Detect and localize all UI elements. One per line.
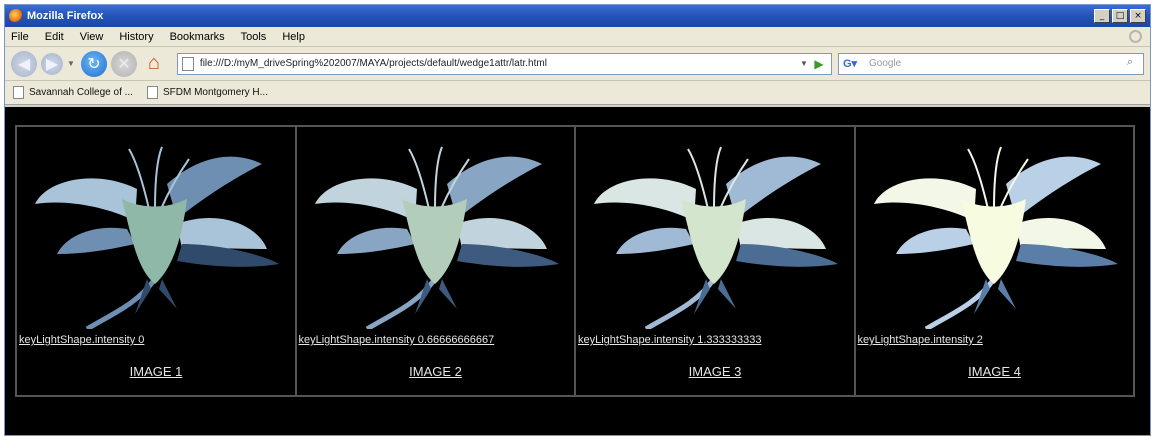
bookmark-label: Savannah College of ... xyxy=(29,87,133,98)
forward-arrow-icon: ▶ xyxy=(45,55,59,73)
menu-help[interactable]: Help xyxy=(282,31,305,43)
flower-stamen xyxy=(154,146,163,210)
close-button[interactable]: × xyxy=(1130,9,1146,23)
menu-edit[interactable]: Edit xyxy=(45,31,64,43)
page-icon xyxy=(181,56,194,71)
bookmarks-toolbar: Savannah College of ... SFDM Montgomery … xyxy=(5,81,1150,105)
flower-sepal xyxy=(159,279,177,309)
url-dropdown-icon[interactable]: ▼ xyxy=(797,59,811,68)
image-cell: keyLightShape.intensity 0.66666666667 IM… xyxy=(295,126,575,396)
flower-petal xyxy=(336,227,415,254)
flower-petal xyxy=(616,227,694,254)
history-dropdown-icon[interactable]: ▼ xyxy=(67,59,75,68)
search-button[interactable]: ⌕ xyxy=(1121,56,1139,72)
image-cell: keyLightShape.intensity 1.333333333 IMAG… xyxy=(575,126,855,396)
window-title: Mozilla Firefox xyxy=(27,10,104,22)
image-link[interactable]: IMAGE 1 xyxy=(17,364,295,379)
search-input[interactable]: Google xyxy=(865,58,1121,69)
firefox-icon xyxy=(9,9,23,23)
url-bar[interactable]: file:///D:/myM_driveSpring%202007/MAYA/p… xyxy=(176,52,832,75)
browser-window: Mozilla Firefox _ □ × File Edit View His… xyxy=(4,4,1151,436)
throbber-icon xyxy=(1129,30,1142,43)
navigation-toolbar: ◀ ▶ ▼ ↻ ✕ ⌂ file:///D:/myM_driveSpring%2… xyxy=(5,47,1150,81)
lily-flower-graphic xyxy=(314,146,559,332)
image-link[interactable]: IMAGE 2 xyxy=(297,364,575,379)
image-link[interactable]: IMAGE 4 xyxy=(856,364,1134,379)
image-link[interactable]: IMAGE 3 xyxy=(576,364,854,379)
menu-history[interactable]: History xyxy=(119,31,153,43)
image-caption[interactable]: keyLightShape.intensity 2 xyxy=(858,334,983,346)
bookmark-page-icon xyxy=(13,86,24,99)
image-caption[interactable]: keyLightShape.intensity 0.66666666667 xyxy=(299,334,495,346)
flower-sepal xyxy=(718,279,736,309)
home-button[interactable]: ⌂ xyxy=(141,51,167,77)
search-box[interactable]: G▾ Google ⌕ xyxy=(838,52,1144,75)
bookmark-label: SFDM Montgomery H... xyxy=(162,87,268,98)
flower-petal xyxy=(35,178,137,221)
maximize-button[interactable]: □ xyxy=(1112,9,1128,23)
lily-flower-graphic xyxy=(35,146,279,332)
lily-flower-graphic xyxy=(873,146,1118,332)
flower-sepal xyxy=(997,279,1016,309)
flower-petal xyxy=(873,178,976,221)
menu-bar: File Edit View History Bookmarks Tools H… xyxy=(5,27,1150,47)
flower-image-4[interactable] xyxy=(856,129,1134,332)
menu-bookmarks[interactable]: Bookmarks xyxy=(170,31,225,43)
reload-button[interactable]: ↻ xyxy=(80,50,107,77)
image-cell: keyLightShape.intensity 2 IMAGE 4 xyxy=(854,126,1134,396)
flower-image-1[interactable] xyxy=(17,129,295,332)
flower-stamen xyxy=(992,146,1002,210)
image-caption[interactable]: keyLightShape.intensity 1.333333333 xyxy=(578,334,761,346)
page-content: keyLightShape.intensity 0 IMAGE 1 keyLig… xyxy=(5,107,1150,435)
stop-button[interactable]: ✕ xyxy=(110,50,137,77)
reload-icon: ↻ xyxy=(87,55,101,73)
flower-petal xyxy=(57,227,135,254)
back-arrow-icon: ◀ xyxy=(17,55,31,73)
search-engine-icon[interactable]: G▾ xyxy=(843,56,865,72)
flower-stamen xyxy=(713,146,722,210)
back-button[interactable]: ◀ xyxy=(11,50,37,77)
flower-petal xyxy=(895,227,974,254)
bookmark-item[interactable]: SFDM Montgomery H... xyxy=(146,86,268,99)
lily-flower-graphic xyxy=(594,146,838,332)
bookmark-page-icon xyxy=(146,86,158,99)
title-bar[interactable]: Mozilla Firefox _ □ × xyxy=(5,5,1150,27)
flower-image-3[interactable] xyxy=(576,129,854,332)
minimize-button[interactable]: _ xyxy=(1094,9,1110,23)
url-input[interactable]: file:///D:/myM_driveSpring%202007/MAYA/p… xyxy=(200,58,797,69)
go-button[interactable]: ▶ xyxy=(811,57,827,71)
home-icon: ⌂ xyxy=(147,52,160,74)
bookmark-item[interactable]: Savannah College of ... xyxy=(13,86,133,99)
image-table: keyLightShape.intensity 0 IMAGE 1 keyLig… xyxy=(15,125,1135,397)
image-caption[interactable]: keyLightShape.intensity 0 xyxy=(19,334,144,346)
flower-sepal xyxy=(438,279,457,309)
menu-view[interactable]: View xyxy=(80,31,104,43)
flower-image-2[interactable] xyxy=(297,129,575,332)
forward-button[interactable]: ▶ xyxy=(41,52,63,75)
flower-petal xyxy=(314,178,417,221)
flower-stamen xyxy=(433,146,443,210)
menu-file[interactable]: File xyxy=(11,31,29,43)
image-cell: keyLightShape.intensity 0 IMAGE 1 xyxy=(16,126,296,396)
flower-petal xyxy=(594,178,696,221)
menu-tools[interactable]: Tools xyxy=(241,31,267,43)
stop-icon: ✕ xyxy=(117,55,131,73)
